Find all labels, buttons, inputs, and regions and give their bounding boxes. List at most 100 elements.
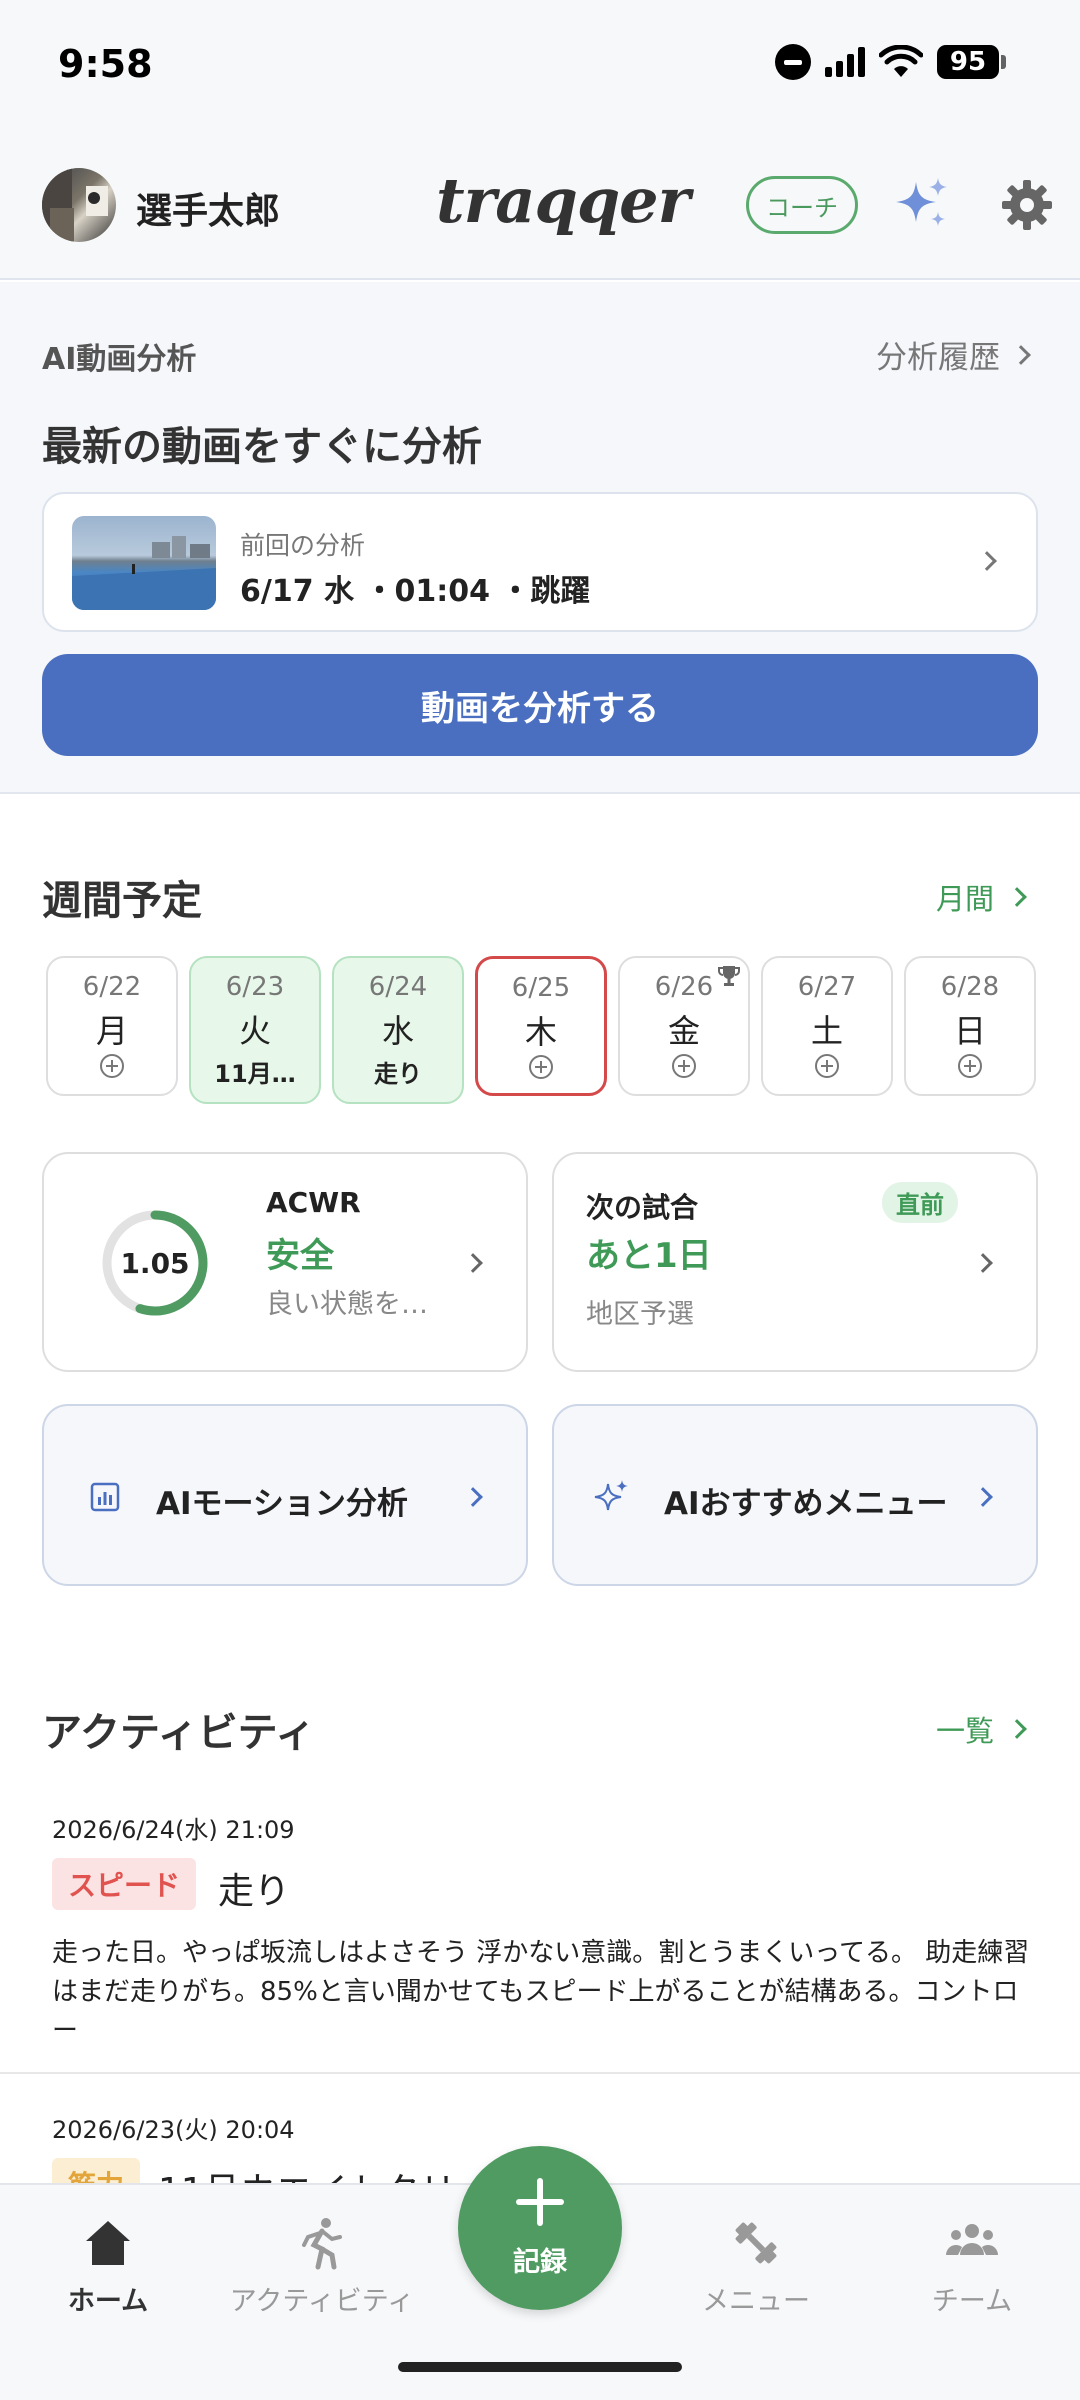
- dumbbell-icon: [735, 2222, 777, 2264]
- day-name: 木: [524, 1013, 557, 1051]
- ai-video-analysis-section: AI動画分析 分析履歴 最新の動画をすぐに分析 前回の分析 6/17 水 ・01…: [0, 282, 1080, 794]
- ai-motion-analysis-card[interactable]: AIモーション分析: [42, 1404, 528, 1586]
- chevron-right-icon: [973, 1253, 993, 1273]
- monthly-view-link[interactable]: 月間: [935, 876, 1027, 918]
- battery-icon: 95: [937, 45, 1006, 79]
- nav-menu[interactable]: メニュー: [656, 2215, 856, 2318]
- nav-home[interactable]: ホーム: [8, 2215, 208, 2318]
- day-name: 日: [953, 1012, 986, 1050]
- chevron-right-icon: [973, 1487, 993, 1507]
- chevron-right-icon: [463, 1487, 483, 1507]
- acwr-value: 1.05: [120, 1247, 190, 1280]
- activity-title-text: 走り: [218, 1871, 291, 1912]
- analysis-history-link[interactable]: 分析履歴: [876, 332, 1031, 377]
- day-cell-wed[interactable]: 6/24 水 走り: [332, 956, 464, 1104]
- day-cell-sat[interactable]: 6/27 土: [761, 956, 893, 1096]
- category-tag: スピード: [52, 1858, 197, 1910]
- chart-icon: [90, 1482, 120, 1512]
- chevron-right-icon: [1007, 887, 1027, 907]
- next-match-card[interactable]: 次の試合 直前 あと1日 地区予選: [552, 1152, 1038, 1372]
- analyze-video-button[interactable]: 動画を分析する: [42, 654, 1038, 756]
- day-date: 6/27: [797, 972, 857, 1002]
- next-match-countdown: あと1日: [586, 1236, 712, 1276]
- ai-recommended-menu-card[interactable]: AIおすすめメニュー: [552, 1404, 1038, 1586]
- avatar-photo: [42, 168, 108, 242]
- next-match-name: 地区予選: [586, 1299, 694, 1330]
- acwr-card[interactable]: 1.05 ACWR 安全 良い状態を…: [42, 1152, 528, 1372]
- nav-home-label: ホーム: [67, 2286, 149, 2317]
- sparkle-icon: [594, 1480, 628, 1511]
- add-plan-icon[interactable]: [529, 1055, 553, 1079]
- ai-menu-label: AIおすすめメニュー: [664, 1486, 948, 1522]
- next-match-label: 次の試合: [586, 1191, 699, 1224]
- previous-analysis-detail: 6/17 水 ・01:04 ・跳躍: [240, 574, 591, 609]
- settings-gear-icon[interactable]: [1000, 178, 1054, 232]
- ai-sparkle-icon[interactable]: [892, 174, 952, 234]
- avatar[interactable]: [42, 168, 116, 242]
- divider: [0, 2072, 1080, 2074]
- day-name: 土: [810, 1012, 843, 1050]
- record-fab-button[interactable]: 記録: [458, 2146, 622, 2310]
- wifi-icon: [879, 45, 923, 77]
- day-date: 6/23: [225, 972, 285, 1002]
- day-date: 6/28: [940, 972, 1000, 1002]
- add-plan-icon[interactable]: [672, 1054, 696, 1078]
- previous-analysis-card[interactable]: 前回の分析 6/17 水 ・01:04 ・跳躍: [42, 492, 1038, 632]
- day-date: 6/24: [368, 972, 428, 1002]
- acwr-sub: 良い状態を…: [266, 1289, 428, 1320]
- monthly-view-label: 月間: [935, 882, 994, 916]
- activity-date: 2026/6/24(水) 21:09: [52, 1816, 295, 1844]
- day-date: 6/25: [511, 973, 571, 1003]
- status-time: 9:58: [58, 42, 153, 86]
- plus-icon: [516, 2177, 564, 2226]
- nav-activity[interactable]: アクティビティ: [222, 2215, 422, 2318]
- day-cell-thu[interactable]: 6/25 木: [475, 956, 607, 1096]
- acwr-label: ACWR: [266, 1186, 361, 1219]
- day-date: 6/26: [654, 972, 714, 1002]
- status-icons: 95: [775, 44, 1006, 80]
- trophy-icon: [718, 966, 740, 986]
- nav-team[interactable]: チーム: [872, 2215, 1072, 2318]
- day-name: 火: [238, 1012, 271, 1050]
- status-bar: 9:58 95: [0, 0, 1080, 130]
- acwr-status: 安全: [266, 1236, 334, 1276]
- activity-list-label: 一覧: [935, 1714, 994, 1748]
- chevron-right-icon: [1011, 344, 1031, 365]
- day-name: 水: [381, 1012, 414, 1050]
- battery-level: 95: [937, 45, 999, 79]
- running-icon: [302, 2218, 342, 2270]
- chevron-right-icon: [463, 1253, 483, 1273]
- home-indicator: [398, 2362, 682, 2372]
- ai-video-heading: 最新の動画をすぐに分析: [42, 424, 482, 470]
- ai-video-label: AI動画分析: [42, 342, 197, 377]
- imminent-badge: 直前: [882, 1182, 958, 1223]
- day-cell-sun[interactable]: 6/28 日: [904, 956, 1036, 1096]
- chevron-right-icon: [1007, 1719, 1027, 1739]
- team-icon: [946, 2224, 998, 2255]
- add-plan-icon[interactable]: [958, 1054, 982, 1078]
- home-icon: [86, 2221, 130, 2265]
- activity-item[interactable]: 2026/6/24(水) 21:09 スピード 走り 走った日。やっぱ坂流しはよ…: [0, 1800, 1080, 2070]
- day-cell-tue[interactable]: 6/23 火 11月…: [189, 956, 321, 1104]
- app-logo: traqqer: [436, 164, 690, 237]
- day-name: 金: [667, 1012, 700, 1050]
- record-label: 記録: [513, 2246, 567, 2278]
- day-cell-fri[interactable]: 6/26 金: [618, 956, 750, 1096]
- day-cell-mon[interactable]: 6/22 月: [46, 956, 178, 1096]
- do-not-disturb-icon: [775, 44, 811, 80]
- week-day-row: 6/22 月 6/23 火 11月… 6/24 水 走り 6/25 木 6/26…: [46, 956, 1046, 1104]
- activity-title: アクティビティ: [42, 1710, 316, 1756]
- nav-activity-label: アクティビティ: [229, 2286, 415, 2317]
- activity-list-link[interactable]: 一覧: [935, 1708, 1027, 1750]
- nav-team-label: チーム: [931, 2286, 1013, 2317]
- user-name[interactable]: 選手太郎: [136, 182, 280, 234]
- day-name: 月: [95, 1012, 128, 1050]
- coach-mode-button[interactable]: コーチ: [746, 176, 858, 234]
- activity-date: 2026/6/23(火) 20:04: [52, 2116, 295, 2144]
- add-plan-icon[interactable]: [815, 1054, 839, 1078]
- activity-body: 走った日。やっぱ坂流しはよさそう 浮かない意識。割とうまくいってる。 助走練習は…: [52, 1938, 1030, 2046]
- add-plan-icon[interactable]: [100, 1054, 124, 1078]
- weekly-schedule-title: 週間予定: [42, 878, 202, 924]
- app-header: 選手太郎 traqqer コーチ: [0, 130, 1080, 280]
- nav-menu-label: メニュー: [702, 2286, 810, 2317]
